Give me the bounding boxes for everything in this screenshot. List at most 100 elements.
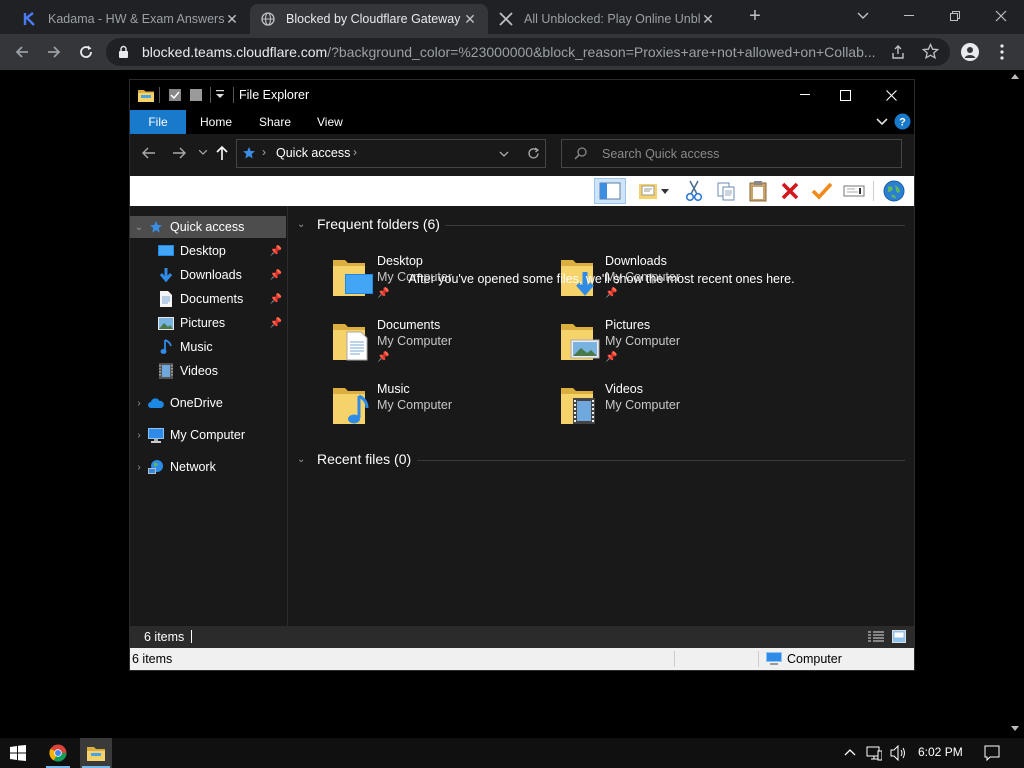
network-globe-button[interactable] xyxy=(880,178,908,204)
close-tab-icon[interactable]: ✕ xyxy=(462,11,478,27)
recent-empty-message: After you've opened some files, we'll sh… xyxy=(408,272,795,286)
pin-icon: 📌 xyxy=(377,352,390,363)
sidebar-item-my-computer[interactable]: › My Computer xyxy=(130,424,286,446)
close-tab-icon[interactable]: ✕ xyxy=(700,11,716,27)
address-bar[interactable]: blocked.teams.cloudflare.com/?background… xyxy=(106,38,950,66)
cut-button[interactable] xyxy=(680,178,708,204)
tab-share[interactable]: Share xyxy=(245,110,305,134)
breadcrumb[interactable]: Quick access xyxy=(276,146,350,160)
recent-locations-icon[interactable] xyxy=(199,150,207,155)
tab-kadama[interactable]: Kadama - HW & Exam Answers, I ✕ xyxy=(12,4,250,34)
sidebar-item-desktop[interactable]: Desktop 📌 xyxy=(130,240,286,262)
folder-tile-videos[interactable]: Videos My Computer xyxy=(559,382,769,440)
sidebar-item-label: Desktop xyxy=(180,244,226,258)
address-box[interactable]: › Quick access › xyxy=(236,139,546,168)
pin-icon[interactable]: 📌 xyxy=(270,318,282,329)
pictures-icon xyxy=(158,315,174,331)
recent-files-header[interactable]: ⌄ Recent files (0) xyxy=(297,448,411,470)
sidebar-item-music[interactable]: Music xyxy=(130,336,286,358)
back-button[interactable] xyxy=(8,38,36,66)
frequent-folders-header[interactable]: ⌄ Frequent folders (6) xyxy=(297,213,440,235)
refresh-icon[interactable] xyxy=(527,147,540,160)
copy-button[interactable] xyxy=(712,178,740,204)
notifications-icon[interactable] xyxy=(984,745,1000,761)
download-arrow-icon xyxy=(158,267,174,283)
file-explorer-taskbar-icon[interactable] xyxy=(80,738,112,768)
folder-tile-music[interactable]: Music My Computer xyxy=(331,382,541,440)
sidebar-item-videos[interactable]: Videos xyxy=(130,360,286,382)
forward-arrow-icon[interactable] xyxy=(172,147,186,159)
search-box[interactable]: Search Quick access xyxy=(561,139,902,168)
sidebar-item-quick-access[interactable]: ⌄ Quick access xyxy=(130,216,286,238)
paste-button[interactable] xyxy=(744,178,772,204)
copy-icon xyxy=(717,182,735,201)
windows-start-icon[interactable] xyxy=(10,745,26,761)
customize-qat-icon[interactable] xyxy=(216,90,224,100)
sidebar-item-label: Quick access xyxy=(170,220,245,234)
chevron-down-icon[interactable]: ⌄ xyxy=(130,222,148,233)
speaker-icon[interactable] xyxy=(890,745,908,761)
minimize-button[interactable] xyxy=(886,0,932,32)
breadcrumb-chevron-icon[interactable]: › xyxy=(353,145,357,159)
tab-view[interactable]: View xyxy=(303,110,357,134)
up-arrow-icon[interactable] xyxy=(216,145,228,161)
maximize-button[interactable] xyxy=(822,80,868,110)
select-button[interactable] xyxy=(808,178,836,204)
tab-all-unblocked[interactable]: All Unblocked: Play Online Unblo ✕ xyxy=(488,4,726,34)
tab-title: Blocked by Cloudflare Gateway xyxy=(286,12,461,26)
chevron-down-icon[interactable]: ⌄ xyxy=(297,454,311,465)
close-window-button[interactable] xyxy=(978,0,1024,32)
sidebar-item-onedrive[interactable]: › OneDrive xyxy=(130,392,286,414)
folder-tile-pictures[interactable]: Pictures My Computer 📌 xyxy=(559,318,769,376)
sidebar-item-downloads[interactable]: Downloads 📌 xyxy=(130,264,286,286)
reload-button[interactable] xyxy=(72,38,100,66)
sidebar-item-network[interactable]: › Network xyxy=(130,456,286,478)
chevron-right-icon[interactable]: › xyxy=(130,462,148,473)
rename-button[interactable] xyxy=(840,178,868,204)
large-icons-view-icon[interactable] xyxy=(892,630,906,643)
tab-home[interactable]: Home xyxy=(186,110,246,134)
preview-dropdown-icon[interactable] xyxy=(658,178,672,204)
scroll-down-icon[interactable] xyxy=(1011,726,1019,731)
close-window-button[interactable] xyxy=(868,80,914,110)
pin-icon[interactable]: 📌 xyxy=(270,246,282,257)
scroll-up-icon[interactable] xyxy=(1011,74,1019,79)
help-icon[interactable]: ? xyxy=(894,113,911,130)
details-view-icon[interactable] xyxy=(868,631,884,643)
network-status-icon[interactable] xyxy=(866,745,882,761)
pin-icon: 📌 xyxy=(605,288,618,299)
new-folder-icon[interactable] xyxy=(189,88,203,102)
address-dropdown-icon[interactable] xyxy=(499,151,509,157)
tab-file[interactable]: File xyxy=(130,110,186,134)
chevron-down-icon[interactable]: ⌄ xyxy=(297,219,311,230)
page-scrollbar[interactable] xyxy=(1007,70,1024,738)
tab-cloudflare-blocked[interactable]: Blocked by Cloudflare Gateway ✕ xyxy=(250,4,488,34)
bookmark-star-icon[interactable] xyxy=(922,43,939,60)
clock[interactable]: 6:02 PM xyxy=(918,745,963,759)
forward-button[interactable] xyxy=(40,38,68,66)
sidebar-item-label: My Computer xyxy=(170,428,246,442)
chevron-right-icon[interactable]: › xyxy=(130,398,148,409)
sidebar-item-pictures[interactable]: Pictures 📌 xyxy=(130,312,286,334)
profile-avatar-icon[interactable] xyxy=(956,38,984,66)
pane-layout-icon xyxy=(599,182,621,200)
restore-button[interactable] xyxy=(932,0,978,32)
folder-tile-documents[interactable]: Documents My Computer 📌 xyxy=(331,318,541,376)
delete-button[interactable] xyxy=(776,178,804,204)
back-arrow-icon[interactable] xyxy=(142,147,156,159)
tab-search-icon[interactable] xyxy=(840,0,886,32)
expand-ribbon-icon[interactable] xyxy=(876,118,888,126)
properties-icon[interactable] xyxy=(168,88,182,102)
pin-icon[interactable]: 📌 xyxy=(270,270,282,281)
chrome-taskbar-icon[interactable] xyxy=(44,738,72,768)
chevron-right-icon[interactable]: › xyxy=(130,430,148,441)
new-tab-button[interactable]: + xyxy=(732,0,778,32)
close-tab-icon[interactable]: ✕ xyxy=(224,11,240,27)
sidebar-item-documents[interactable]: Documents 📌 xyxy=(130,288,286,310)
navigation-pane-button[interactable] xyxy=(594,178,626,204)
chevron-up-icon[interactable] xyxy=(844,748,856,756)
menu-kebab-icon[interactable] xyxy=(988,38,1016,66)
url-text[interactable]: blocked.teams.cloudflare.com/?background… xyxy=(142,44,882,60)
pin-icon[interactable]: 📌 xyxy=(270,294,282,305)
share-icon[interactable] xyxy=(890,44,906,60)
